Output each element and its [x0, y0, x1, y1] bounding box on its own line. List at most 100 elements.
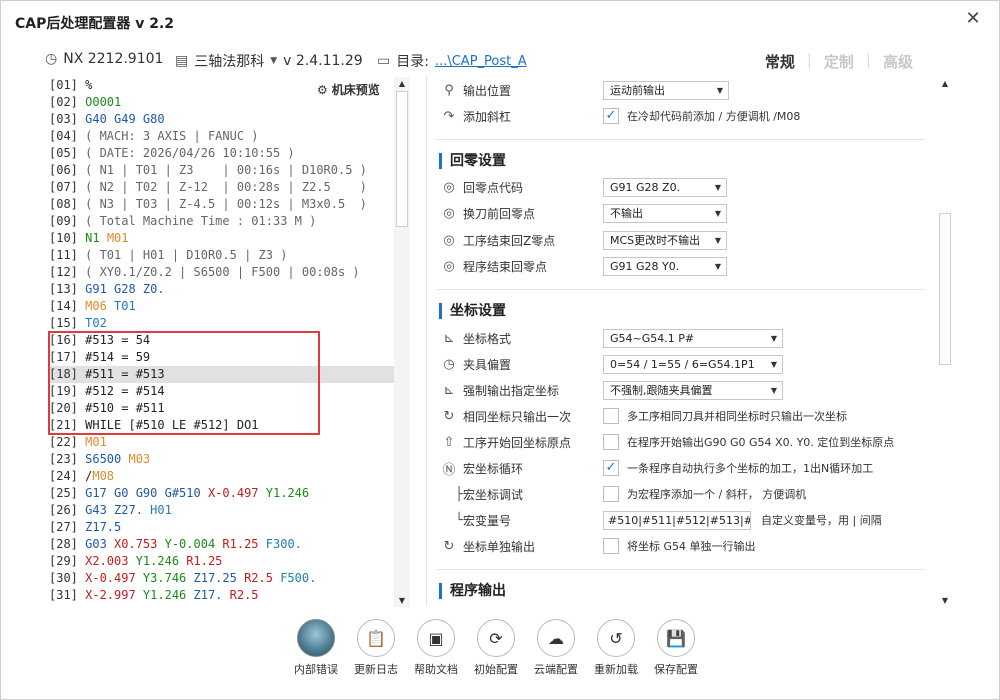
reset-icon: ⟳ — [477, 619, 515, 657]
line-number: [01] — [49, 78, 86, 92]
line-number: [02] — [49, 95, 86, 109]
internal-error-button[interactable]: 内部错误 — [286, 619, 346, 677]
code-line: [22] M01 — [49, 434, 395, 451]
code-token: ( N3 | T03 | Z-4.5 | 00:12s | M3x0.5 ) — [85, 197, 367, 211]
setting-coord-format: ⊾ 坐标格式 G54~G54.1 P# ▼ — [437, 326, 937, 350]
machine-type[interactable]: ▤ 三轴法那科 ▼ v 2.4.11.29 — [175, 51, 363, 71]
code-token: M01 — [85, 435, 107, 449]
code-line: [24] /M08 — [49, 468, 395, 485]
help-doc-button[interactable]: ▣ 帮助文档 — [406, 619, 466, 677]
code-line: [15] T02 — [49, 315, 395, 332]
cloud-config-button[interactable]: ☁ 云端配置 — [526, 619, 586, 677]
setting-description: 多工序相同刀具并相同坐标时只输出一次坐标 — [627, 410, 847, 423]
code-token: R2.5 — [229, 588, 259, 602]
setting-macro-debug: ├ 宏坐标调试 为宏程序添加一个 / 斜杆， 方便调机 — [437, 482, 937, 506]
line-number: [14] — [49, 299, 86, 313]
code-scrollbar[interactable]: ▲ ▼ — [394, 77, 410, 607]
return-code-select[interactable]: G91 G28 Z0. ▼ — [603, 177, 727, 197]
reload-button[interactable]: ↺ 重新加载 — [586, 619, 646, 677]
line-number: [12] — [49, 265, 86, 279]
code-token: Y1.246 — [135, 554, 187, 568]
force-coord-select[interactable]: 不强制,跟随夹具偏置 ▼ — [603, 380, 783, 400]
dir-link[interactable]: ...\CAP_Post_A — [435, 54, 527, 69]
app-title: CAP后处理配置器 v 2.2 — [15, 16, 175, 32]
code-line: [05] ( DATE: 2026/04/26 10:10:55 ) — [49, 145, 395, 162]
setting-label: 程序结束回零点 — [463, 259, 548, 274]
cloud-icon: ☁ — [537, 619, 575, 657]
scroll-thumb[interactable] — [396, 91, 408, 227]
code-token: X-0.497 — [207, 486, 266, 500]
select-value: G54~G54.1 P# — [610, 331, 695, 345]
app-window: CAP后处理配置器 v 2.2 ✕ ◷ NX 2212.9101 ▤ 三轴法那科… — [0, 0, 1000, 700]
code-token: ( DATE: 2026/04/26 10:10:55 ) — [85, 146, 295, 160]
tab-advanced[interactable]: 高级 — [883, 51, 913, 72]
code-token: O0001 — [85, 95, 122, 109]
setting-label: 宏变量号 — [463, 513, 512, 528]
save-config-button[interactable]: 💾 保存配置 — [646, 619, 706, 677]
setting-macro-var: └ 宏变量号 #510|#511|#512|#513|#514 自定义变量号，用… — [437, 508, 937, 532]
tab-separator: | — [806, 51, 812, 69]
g54-single-checkbox[interactable] — [603, 538, 619, 554]
coord-format-select[interactable]: G54~G54.1 P# ▼ — [603, 328, 783, 348]
code-token: X2.003 — [85, 554, 136, 568]
add-slash-checkbox[interactable]: ✓ — [603, 108, 619, 124]
chevron-down-icon: ▼ — [270, 56, 278, 66]
code-line: [04] ( MACH: 3 AXIS | FANUC ) — [49, 128, 395, 145]
tab-custom[interactable]: 定制 — [824, 51, 854, 72]
close-button[interactable]: ✕ — [961, 7, 985, 31]
scroll-up-icon[interactable]: ▲ — [937, 79, 953, 88]
toolchange-return-select[interactable]: 不输出 ▼ — [603, 203, 727, 223]
button-label: 重新加载 — [594, 663, 638, 676]
code-token: X0.753 — [114, 537, 165, 551]
button-label: 初始配置 — [474, 663, 518, 676]
divider — [437, 289, 925, 290]
button-label: 更新日志 — [354, 663, 398, 676]
machine-preview-button[interactable]: ⚙ 机床预览 — [317, 81, 380, 98]
select-value: 不强制,跟随夹具偏置 — [610, 383, 713, 397]
code-token: X-0.497 — [85, 571, 143, 585]
code-line: [23] S6500 M03 — [49, 451, 395, 468]
setting-label: 输出位置 — [463, 83, 512, 98]
save-icon: 💾 — [657, 619, 695, 657]
code-token: G40 G49 G80 — [85, 112, 165, 126]
fixture-offset-select[interactable]: 0=54 / 1=55 / 6=G54.1P1 ▼ — [603, 354, 783, 374]
macro-loop-checkbox[interactable]: ✓ — [603, 460, 619, 476]
return-origin-checkbox[interactable] — [603, 434, 619, 450]
program-end-return-select[interactable]: G91 G28 Y0. ▼ — [603, 256, 727, 276]
code-line: [14] M06 T01 — [49, 298, 395, 315]
tab-normal[interactable]: 常规 — [765, 51, 795, 72]
chevron-down-icon: ▼ — [770, 359, 777, 369]
scroll-down-icon[interactable]: ▼ — [394, 596, 410, 605]
scroll-thumb[interactable] — [939, 213, 951, 365]
macro-var-input[interactable]: #510|#511|#512|#513|#514 — [603, 510, 751, 530]
target-icon: ◎ — [443, 205, 455, 221]
code-line: [10] N1 M01 — [49, 230, 395, 247]
code-line: [25] G17 G0 G90 G#510 X-0.497 Y1.246 — [49, 485, 395, 502]
scroll-up-icon[interactable]: ▲ — [394, 79, 410, 88]
panel-divider — [426, 77, 427, 605]
settings-scrollbar[interactable]: ▲ ▼ — [937, 77, 953, 607]
setting-force-coord: ⊾ 强制输出指定坐标 不强制,跟随夹具偏置 ▼ — [437, 378, 937, 402]
code-line: [26] G43 Z27. H01 — [49, 502, 395, 519]
changelog-button[interactable]: 📋 更新日志 — [346, 619, 406, 677]
curve-arrow-icon: ↷ — [443, 108, 455, 124]
init-config-button[interactable]: ⟳ 初始配置 — [466, 619, 526, 677]
mode-tabs: 常规 | 定制 | 高级 — [765, 51, 913, 72]
code-token: % — [85, 78, 93, 92]
scroll-down-icon[interactable]: ▼ — [937, 596, 953, 605]
setting-label: 添加斜杠 — [463, 109, 512, 124]
code-line: [27] Z17.5 — [49, 519, 395, 536]
line-number: [05] — [49, 146, 86, 160]
code-line: [29] X2.003 Y1.246 R1.25 — [49, 553, 395, 570]
same-coord-once-checkbox[interactable] — [603, 408, 619, 424]
info-bar: ◷ NX 2212.9101 ▤ 三轴法那科 ▼ v 2.4.11.29 ▭ 目… — [1, 45, 999, 75]
output-position-select[interactable]: 运动前输出 ▼ — [603, 80, 729, 100]
macro-debug-checkbox[interactable] — [603, 486, 619, 502]
title-bar: CAP后处理配置器 v 2.2 ✕ — [1, 1, 999, 41]
code-token: G91 G28 Z0. — [85, 282, 165, 296]
button-label: 内部错误 — [294, 663, 338, 676]
code-line: [06] ( N1 | T01 | Z3 | 00:16s | D10R0.5 … — [49, 162, 395, 179]
code-token: H01 — [150, 503, 172, 517]
setting-label: 坐标格式 — [463, 331, 512, 346]
op-end-z-select[interactable]: MCS更改时不输出 ▼ — [603, 230, 727, 250]
